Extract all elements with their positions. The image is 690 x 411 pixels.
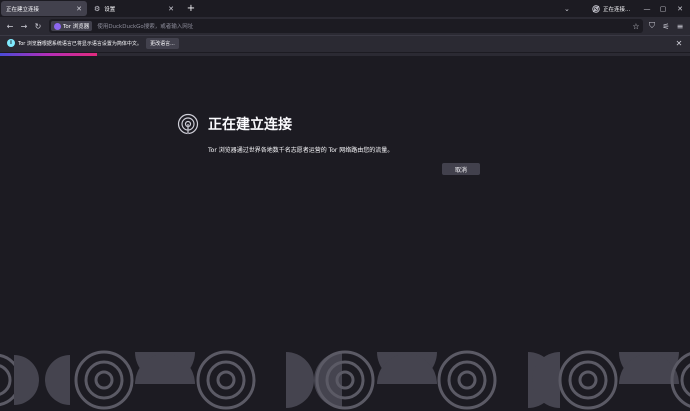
maximize-button[interactable]: ▢ (655, 0, 671, 17)
connection-status-label: 正在连接... (603, 6, 631, 13)
connection-status[interactable]: 正在连接... (592, 0, 630, 17)
tab-label: 设置 (104, 6, 116, 13)
close-tab-icon[interactable]: ✕ (76, 5, 82, 13)
shield-icon[interactable]: ⛉ (645, 17, 659, 35)
reload-icon[interactable]: ↻ (31, 17, 45, 35)
bookmark-star-icon[interactable]: ☆ (629, 17, 643, 35)
tab-settings[interactable]: ⚙ 设置 ✕ (89, 1, 179, 16)
cancel-button[interactable]: 取消 (442, 163, 480, 175)
tab-label: 正在建立连接 (6, 6, 40, 13)
close-notification-icon[interactable]: ✕ (673, 37, 685, 50)
broom-icon[interactable]: ⚟ (659, 17, 673, 35)
page-title: 正在建立连接 (208, 117, 292, 133)
back-icon[interactable]: ← (3, 17, 17, 35)
gear-icon: ⚙ (94, 4, 101, 13)
info-icon: i (7, 39, 15, 47)
close-window-button[interactable]: ✕ (672, 0, 688, 17)
list-all-tabs-icon[interactable]: ⌄ (564, 0, 570, 17)
url-input[interactable]: 使用DuckDuckGo搜索，或者输入网址 (97, 22, 193, 30)
tab-bar: 正在建立连接 ✕ ⚙ 设置 ✕ + ⌄ 正在连接... — ▢ ✕ (0, 0, 690, 17)
notification-text: Tor 浏览器根据系统语言已将显示语言设置为简体中文。 (18, 41, 142, 47)
change-language-button[interactable]: 更改语言... (146, 38, 179, 49)
new-tab-button[interactable]: + (184, 0, 198, 17)
tab-connecting[interactable]: 正在建立连接 ✕ (1, 1, 87, 16)
tor-badge-label: Tor 浏览器 (63, 24, 90, 30)
url-bar[interactable]: Tor 浏览器 使用DuckDuckGo搜索，或者输入网址 (49, 19, 643, 33)
close-tab-icon[interactable]: ✕ (168, 5, 174, 13)
onion-icon (592, 4, 600, 13)
menu-icon[interactable]: ≡ (673, 17, 687, 35)
forward-icon[interactable]: → (17, 17, 31, 35)
tor-browser-badge[interactable]: Tor 浏览器 (51, 21, 93, 31)
minimize-button[interactable]: — (639, 0, 655, 17)
connection-icon (177, 113, 199, 135)
decorative-pattern (0, 350, 690, 410)
tor-logo-icon (54, 22, 61, 30)
page-description: Tor 浏览器通过世界各地数千名志愿者运营的 Tor 网络路由您的流量。 (208, 147, 394, 154)
